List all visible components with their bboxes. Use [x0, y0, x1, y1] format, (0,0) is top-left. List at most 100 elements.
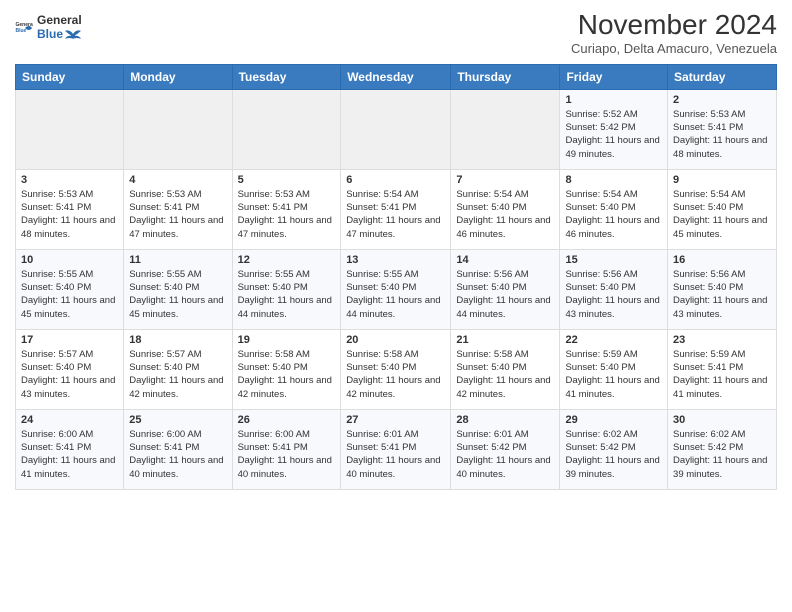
- day-number: 5: [238, 174, 336, 186]
- day-number: 26: [238, 414, 336, 426]
- calendar-day-cell: [124, 89, 232, 169]
- weekday-header: Sunday: [16, 64, 124, 89]
- day-info: Sunrise: 5:55 AMSunset: 5:40 PMDaylight:…: [21, 269, 115, 320]
- calendar-week-row: 17 Sunrise: 5:57 AMSunset: 5:40 PMDaylig…: [16, 329, 777, 409]
- day-number: 1: [565, 94, 662, 106]
- logo-blue: Blue: [37, 28, 63, 41]
- logo: General Blue General Blue: [15, 14, 82, 41]
- calendar-day-cell: 1 Sunrise: 5:52 AMSunset: 5:42 PMDayligh…: [560, 89, 668, 169]
- title-area: November 2024 Curiapo, Delta Amacuro, Ve…: [571, 10, 777, 56]
- calendar-day-cell: 24 Sunrise: 6:00 AMSunset: 5:41 PMDaylig…: [16, 409, 124, 489]
- calendar-day-cell: 11 Sunrise: 5:55 AMSunset: 5:40 PMDaylig…: [124, 249, 232, 329]
- day-info: Sunrise: 6:01 AMSunset: 5:42 PMDaylight:…: [456, 429, 550, 480]
- day-number: 21: [456, 334, 554, 346]
- day-info: Sunrise: 5:58 AMSunset: 5:40 PMDaylight:…: [456, 349, 550, 400]
- day-info: Sunrise: 5:53 AMSunset: 5:41 PMDaylight:…: [129, 189, 223, 240]
- day-info: Sunrise: 6:00 AMSunset: 5:41 PMDaylight:…: [238, 429, 332, 480]
- day-number: 2: [673, 94, 771, 106]
- calendar-day-cell: 22 Sunrise: 5:59 AMSunset: 5:40 PMDaylig…: [560, 329, 668, 409]
- calendar-day-cell: 27 Sunrise: 6:01 AMSunset: 5:41 PMDaylig…: [341, 409, 451, 489]
- day-info: Sunrise: 5:54 AMSunset: 5:41 PMDaylight:…: [346, 189, 440, 240]
- day-number: 22: [565, 334, 662, 346]
- day-info: Sunrise: 5:55 AMSunset: 5:40 PMDaylight:…: [129, 269, 223, 320]
- day-number: 19: [238, 334, 336, 346]
- calendar-day-cell: 7 Sunrise: 5:54 AMSunset: 5:40 PMDayligh…: [451, 169, 560, 249]
- day-number: 4: [129, 174, 226, 186]
- calendar-day-cell: 14 Sunrise: 5:56 AMSunset: 5:40 PMDaylig…: [451, 249, 560, 329]
- day-info: Sunrise: 5:55 AMSunset: 5:40 PMDaylight:…: [346, 269, 440, 320]
- calendar-day-cell: 23 Sunrise: 5:59 AMSunset: 5:41 PMDaylig…: [668, 329, 777, 409]
- calendar-day-cell: 16 Sunrise: 5:56 AMSunset: 5:40 PMDaylig…: [668, 249, 777, 329]
- weekday-header: Tuesday: [232, 64, 341, 89]
- day-info: Sunrise: 6:00 AMSunset: 5:41 PMDaylight:…: [21, 429, 115, 480]
- day-number: 28: [456, 414, 554, 426]
- calendar-day-cell: 17 Sunrise: 5:57 AMSunset: 5:40 PMDaylig…: [16, 329, 124, 409]
- calendar-day-cell: 21 Sunrise: 5:58 AMSunset: 5:40 PMDaylig…: [451, 329, 560, 409]
- day-info: Sunrise: 5:55 AMSunset: 5:40 PMDaylight:…: [238, 269, 332, 320]
- day-number: 10: [21, 254, 118, 266]
- calendar-day-cell: 20 Sunrise: 5:58 AMSunset: 5:40 PMDaylig…: [341, 329, 451, 409]
- day-info: Sunrise: 5:53 AMSunset: 5:41 PMDaylight:…: [238, 189, 332, 240]
- day-info: Sunrise: 5:56 AMSunset: 5:40 PMDaylight:…: [456, 269, 550, 320]
- day-number: 24: [21, 414, 118, 426]
- calendar-day-cell: 18 Sunrise: 5:57 AMSunset: 5:40 PMDaylig…: [124, 329, 232, 409]
- calendar-day-cell: [16, 89, 124, 169]
- day-info: Sunrise: 5:59 AMSunset: 5:41 PMDaylight:…: [673, 349, 767, 400]
- day-number: 15: [565, 254, 662, 266]
- calendar-day-cell: 26 Sunrise: 6:00 AMSunset: 5:41 PMDaylig…: [232, 409, 341, 489]
- day-info: Sunrise: 5:57 AMSunset: 5:40 PMDaylight:…: [129, 349, 223, 400]
- day-info: Sunrise: 5:56 AMSunset: 5:40 PMDaylight:…: [565, 269, 659, 320]
- calendar-day-cell: 12 Sunrise: 5:55 AMSunset: 5:40 PMDaylig…: [232, 249, 341, 329]
- day-info: Sunrise: 5:54 AMSunset: 5:40 PMDaylight:…: [673, 189, 767, 240]
- day-number: 14: [456, 254, 554, 266]
- day-info: Sunrise: 6:02 AMSunset: 5:42 PMDaylight:…: [673, 429, 767, 480]
- weekday-header: Saturday: [668, 64, 777, 89]
- calendar-day-cell: 8 Sunrise: 5:54 AMSunset: 5:40 PMDayligh…: [560, 169, 668, 249]
- calendar-week-row: 24 Sunrise: 6:00 AMSunset: 5:41 PMDaylig…: [16, 409, 777, 489]
- calendar-day-cell: [232, 89, 341, 169]
- calendar-day-cell: 15 Sunrise: 5:56 AMSunset: 5:40 PMDaylig…: [560, 249, 668, 329]
- calendar-day-cell: 25 Sunrise: 6:00 AMSunset: 5:41 PMDaylig…: [124, 409, 232, 489]
- day-number: 27: [346, 414, 445, 426]
- day-info: Sunrise: 5:53 AMSunset: 5:41 PMDaylight:…: [673, 109, 767, 160]
- calendar-day-cell: 28 Sunrise: 6:01 AMSunset: 5:42 PMDaylig…: [451, 409, 560, 489]
- day-info: Sunrise: 5:53 AMSunset: 5:41 PMDaylight:…: [21, 189, 115, 240]
- calendar-day-cell: 19 Sunrise: 5:58 AMSunset: 5:40 PMDaylig…: [232, 329, 341, 409]
- calendar-week-row: 10 Sunrise: 5:55 AMSunset: 5:40 PMDaylig…: [16, 249, 777, 329]
- logo-icon: General Blue: [15, 19, 33, 37]
- day-number: 7: [456, 174, 554, 186]
- page-header: General Blue General Blue November 2024 …: [15, 10, 777, 56]
- calendar-day-cell: 5 Sunrise: 5:53 AMSunset: 5:41 PMDayligh…: [232, 169, 341, 249]
- day-number: 11: [129, 254, 226, 266]
- day-number: 16: [673, 254, 771, 266]
- calendar-day-cell: 13 Sunrise: 5:55 AMSunset: 5:40 PMDaylig…: [341, 249, 451, 329]
- calendar-day-cell: 2 Sunrise: 5:53 AMSunset: 5:41 PMDayligh…: [668, 89, 777, 169]
- weekday-header: Friday: [560, 64, 668, 89]
- day-info: Sunrise: 6:02 AMSunset: 5:42 PMDaylight:…: [565, 429, 659, 480]
- calendar-header-row: SundayMondayTuesdayWednesdayThursdayFrid…: [16, 64, 777, 89]
- day-number: 13: [346, 254, 445, 266]
- calendar-day-cell: [451, 89, 560, 169]
- day-number: 23: [673, 334, 771, 346]
- calendar-day-cell: 4 Sunrise: 5:53 AMSunset: 5:41 PMDayligh…: [124, 169, 232, 249]
- day-number: 17: [21, 334, 118, 346]
- day-info: Sunrise: 5:56 AMSunset: 5:40 PMDaylight:…: [673, 269, 767, 320]
- day-info: Sunrise: 5:58 AMSunset: 5:40 PMDaylight:…: [238, 349, 332, 400]
- svg-text:Blue: Blue: [16, 28, 27, 34]
- logo-general: General: [37, 14, 82, 27]
- logo-bird-icon: [65, 27, 81, 41]
- weekday-header: Wednesday: [341, 64, 451, 89]
- month-title: November 2024: [571, 10, 777, 41]
- weekday-header: Thursday: [451, 64, 560, 89]
- calendar-week-row: 3 Sunrise: 5:53 AMSunset: 5:41 PMDayligh…: [16, 169, 777, 249]
- day-number: 9: [673, 174, 771, 186]
- calendar-table: SundayMondayTuesdayWednesdayThursdayFrid…: [15, 64, 777, 490]
- day-info: Sunrise: 5:58 AMSunset: 5:40 PMDaylight:…: [346, 349, 440, 400]
- calendar-day-cell: 3 Sunrise: 5:53 AMSunset: 5:41 PMDayligh…: [16, 169, 124, 249]
- calendar-day-cell: [341, 89, 451, 169]
- day-info: Sunrise: 5:59 AMSunset: 5:40 PMDaylight:…: [565, 349, 659, 400]
- day-number: 30: [673, 414, 771, 426]
- calendar-week-row: 1 Sunrise: 5:52 AMSunset: 5:42 PMDayligh…: [16, 89, 777, 169]
- day-info: Sunrise: 5:52 AMSunset: 5:42 PMDaylight:…: [565, 109, 659, 160]
- day-info: Sunrise: 6:01 AMSunset: 5:41 PMDaylight:…: [346, 429, 440, 480]
